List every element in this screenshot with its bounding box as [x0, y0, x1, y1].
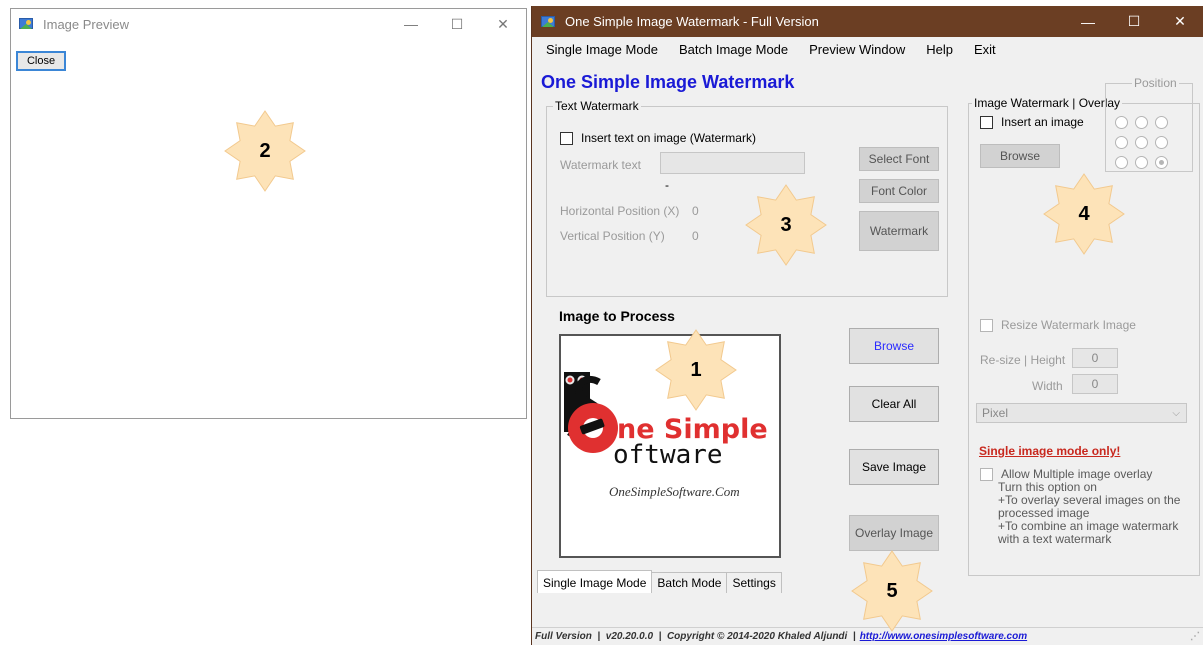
tab-settings[interactable]: Settings: [726, 572, 782, 593]
insert-image-checkbox[interactable]: [980, 116, 993, 130]
tab-batch-mode[interactable]: Batch Mode: [651, 572, 728, 593]
position-radio[interactable]: [1155, 136, 1168, 149]
tab-single-image-mode[interactable]: Single Image Mode: [537, 570, 653, 593]
browse-watermark-image-button[interactable]: Browse: [980, 144, 1060, 168]
callout-number: 5: [886, 579, 898, 602]
maximize-icon[interactable]: ☐: [1111, 6, 1157, 37]
clear-all-button[interactable]: Clear All: [849, 386, 939, 422]
position-title: Position: [1134, 76, 1177, 90]
position-radio[interactable]: [1115, 116, 1128, 129]
logo-url-text: OneSimpleSoftware.Com: [609, 484, 740, 499]
resize-watermark-label: Resize Watermark Image: [1001, 318, 1136, 332]
minimize-icon[interactable]: —: [388, 9, 434, 39]
single-mode-note: Single image mode only!: [979, 444, 1121, 458]
resize-option[interactable]: Resize Watermark Image: [980, 318, 1136, 333]
watermark-text-input[interactable]: [660, 152, 805, 174]
multi-overlay-checkbox[interactable]: [980, 468, 993, 482]
logo-text-line2: oftware: [613, 440, 723, 470]
multi-desc-line: +To overlay several images on the proces…: [998, 493, 1181, 520]
callout-badge-4: 4: [1042, 172, 1126, 256]
mode-tabs: Single Image Mode Batch Mode Settings: [537, 570, 782, 593]
image-preview-window: Image Preview — ☐ ✕ Close: [10, 8, 527, 419]
resize-grip-icon[interactable]: ⋰: [1190, 631, 1200, 642]
callout-badge-3: 3: [744, 183, 828, 267]
horizontal-position-value: 0: [692, 204, 699, 218]
close-icon[interactable]: ✕: [480, 9, 526, 39]
preview-window-title: Image Preview: [43, 16, 129, 32]
dash-text: -: [665, 178, 669, 192]
callout-number: 1: [690, 358, 702, 381]
resize-height-input[interactable]: 0: [1072, 348, 1118, 368]
close-icon[interactable]: ✕: [1157, 6, 1203, 37]
callout-number: 2: [259, 139, 271, 162]
callout-number: 3: [780, 213, 792, 236]
unit-dropdown[interactable]: Pixel ⌵: [976, 403, 1187, 423]
multi-overlay-label: Allow Multiple image overlay: [1001, 467, 1153, 481]
position-radio[interactable]: [1135, 116, 1148, 129]
watermark-button[interactable]: Watermark: [859, 211, 939, 251]
save-image-button[interactable]: Save Image: [849, 449, 939, 485]
image-to-process-label: Image to Process: [559, 308, 675, 324]
position-radio[interactable]: [1115, 136, 1128, 149]
preview-titlebar[interactable]: Image Preview — ☐ ✕: [11, 9, 526, 39]
resize-height-label: Re-size | Height: [980, 353, 1066, 367]
maximize-icon[interactable]: ☐: [434, 9, 480, 39]
app-image-icon: [19, 17, 35, 31]
unit-dropdown-value: Pixel: [982, 406, 1009, 420]
insert-text-checkbox[interactable]: [560, 132, 573, 146]
position-radio[interactable]: [1135, 136, 1148, 149]
chevron-down-icon: ⌵: [1172, 407, 1180, 419]
menu-batch-image-mode[interactable]: Batch Image Mode: [679, 42, 788, 57]
text-watermark-title: Text Watermark: [555, 99, 639, 113]
minimize-icon[interactable]: —: [1065, 6, 1111, 37]
main-window-title: One Simple Image Watermark - Full Versio…: [565, 14, 819, 29]
font-color-button[interactable]: Font Color: [859, 179, 939, 203]
position-radio[interactable]: [1135, 156, 1148, 169]
multi-desc-line: +To combine an image watermark with a te…: [998, 519, 1179, 546]
app-heading: One Simple Image Watermark: [541, 72, 795, 92]
callout-badge-1: 1: [654, 328, 738, 412]
multi-overlay-description: Turn this option on +To overlay several …: [998, 481, 1198, 546]
image-watermark-title: Image Watermark | Overlay: [974, 96, 1121, 110]
callout-badge-5: 5: [850, 549, 934, 633]
menu-preview-window[interactable]: Preview Window: [809, 42, 905, 57]
position-radio[interactable]: [1155, 116, 1168, 129]
browse-image-button[interactable]: Browse: [849, 328, 939, 364]
menu-single-image-mode[interactable]: Single Image Mode: [546, 42, 658, 57]
menu-bar: Single Image Mode Batch Image Mode Previ…: [532, 37, 1203, 61]
insert-image-option[interactable]: Insert an image: [980, 115, 1084, 130]
insert-image-label: Insert an image: [1001, 115, 1084, 129]
vertical-position-label: Vertical Position (Y): [560, 229, 665, 243]
status-text: Full Version | v20.20.0.0 | Copyright © …: [535, 631, 856, 642]
menu-help[interactable]: Help: [926, 42, 953, 57]
vertical-position-value: 0: [692, 229, 699, 243]
menu-exit[interactable]: Exit: [974, 42, 996, 57]
position-radio[interactable]: [1115, 156, 1128, 169]
select-font-button[interactable]: Select Font: [859, 147, 939, 171]
overlay-image-button[interactable]: Overlay Image: [849, 515, 939, 551]
insert-text-label: Insert text on image (Watermark): [581, 131, 756, 145]
resize-width-label: Width: [1032, 379, 1063, 393]
callout-number: 4: [1078, 202, 1090, 225]
preview-close-button[interactable]: Close: [16, 51, 66, 71]
horizontal-position-label: Horizontal Position (X): [560, 204, 680, 218]
resize-width-input[interactable]: 0: [1072, 374, 1118, 394]
main-titlebar[interactable]: One Simple Image Watermark - Full Versio…: [532, 6, 1203, 37]
callout-badge-2: 2: [223, 109, 307, 193]
app-image-icon: [541, 15, 557, 29]
position-radio[interactable]: [1155, 156, 1168, 169]
insert-text-option[interactable]: Insert text on image (Watermark): [560, 131, 756, 146]
resize-watermark-checkbox[interactable]: [980, 319, 993, 333]
watermark-text-label: Watermark text: [560, 158, 641, 172]
